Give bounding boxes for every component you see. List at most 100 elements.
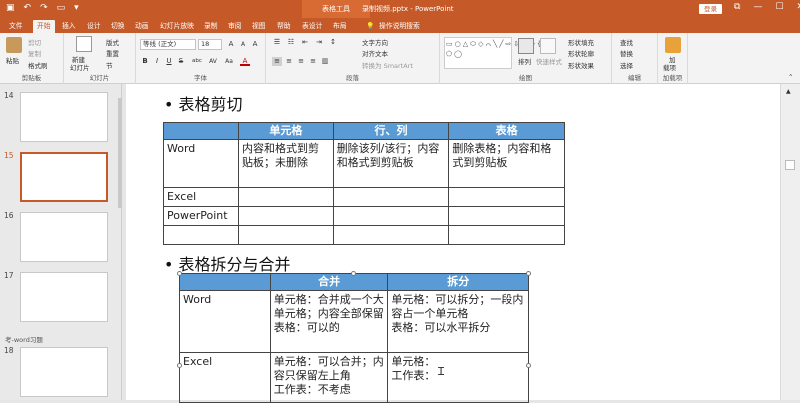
table-cell[interactable]: 单元格：可以拆分；一段内容占一个单元格 表格：可以水平拆分 [387, 290, 529, 353]
select-button[interactable]: 选择 [620, 60, 633, 70]
clear-format-icon[interactable]: A [250, 40, 260, 49]
table-cell[interactable]: Excel [179, 352, 271, 403]
table-cell[interactable]: Excel [163, 187, 239, 207]
tab-help[interactable]: 帮助 [277, 20, 291, 33]
quick-styles-button[interactable]: 快速样式 [536, 56, 562, 66]
tab-review[interactable]: 审阅 [228, 20, 242, 33]
convert-smartart-button[interactable]: 转换为 SmartArt [362, 60, 413, 70]
scroll-up-icon[interactable]: ▲ [786, 88, 791, 95]
addins-icon[interactable] [665, 37, 681, 53]
table-cell[interactable]: Word [163, 139, 239, 188]
table-cell[interactable]: 单元格：合并成一个大单元格；内容全部保留 表格：可以的 [269, 290, 389, 353]
undo-icon[interactable]: ↶ [24, 3, 32, 13]
replace-button[interactable]: 替换 [620, 48, 633, 58]
shrink-font-icon[interactable]: A [238, 40, 248, 49]
columns-icon[interactable]: ▥ [320, 57, 330, 66]
minimize-icon[interactable]: — [753, 2, 762, 12]
slide-scrollbar[interactable]: ▲ [780, 84, 800, 400]
selection-handle[interactable] [351, 271, 356, 276]
table-cell[interactable] [332, 225, 450, 245]
tab-home[interactable]: 开始 [33, 20, 55, 33]
cut-button[interactable]: 剪切 [28, 37, 41, 47]
tab-file[interactable]: 文件 [9, 20, 23, 33]
ribbon-display-options-icon[interactable]: ⧉ [734, 2, 740, 12]
maximize-icon[interactable]: ☐ [775, 2, 783, 12]
table-cell[interactable] [448, 225, 565, 245]
tab-animations[interactable]: 动画 [135, 20, 149, 33]
section-header[interactable]: 考-word习题 [5, 334, 43, 344]
table-cell[interactable]: 内容和格式到剪贴板；未删除 [237, 139, 334, 188]
slide-thumbnail-16[interactable] [20, 212, 108, 262]
table-cell[interactable] [332, 206, 450, 226]
tab-design[interactable]: 设计 [87, 20, 101, 33]
table-cell[interactable] [448, 187, 565, 207]
decrease-indent-icon[interactable]: ⇤ [300, 38, 310, 47]
strikethrough-button[interactable]: S [176, 57, 186, 66]
format-painter-button[interactable]: 格式刷 [28, 60, 48, 70]
table-header-cell[interactable]: 单元格 [237, 122, 334, 140]
slide-thumbnail-17[interactable] [20, 272, 108, 322]
login-button[interactable]: 登录 [699, 4, 722, 14]
quick-styles-icon[interactable] [540, 38, 556, 54]
table-cell[interactable]: 单元格：可以合并；内容只保留左上角 工作表：不考虑 [269, 352, 389, 403]
slide-thumbnail-15[interactable] [20, 152, 108, 202]
shape-fill-button[interactable]: 形状填充 [568, 37, 594, 47]
table-header-cell[interactable] [163, 122, 239, 140]
copy-button[interactable]: 复制 [28, 48, 41, 58]
char-spacing-button[interactable]: AV [206, 57, 220, 66]
tab-record[interactable]: 录制 [204, 20, 218, 33]
align-text-button[interactable]: 对齐文本 [362, 48, 388, 58]
shape-outline-button[interactable]: 形状轮廓 [568, 48, 594, 58]
change-case-button[interactable]: Aa [222, 57, 236, 66]
table-cell[interactable] [237, 187, 334, 207]
table-cell[interactable] [448, 206, 565, 226]
underline-button[interactable]: U [164, 57, 174, 66]
slide-thumbnail-14[interactable] [20, 92, 108, 142]
table-header-cell[interactable]: 拆分 [387, 273, 529, 291]
start-from-beginning-icon[interactable]: ▭ [57, 3, 66, 13]
table-header-cell[interactable]: 行、列 [332, 122, 450, 140]
arrange-button[interactable]: 排列 [518, 56, 531, 66]
table-cell[interactable]: 单元格： 工作表： [387, 352, 529, 403]
italic-button[interactable]: I [152, 57, 162, 66]
bold-button[interactable]: B [140, 57, 150, 66]
tab-slideshow[interactable]: 幻灯片放映 [160, 20, 194, 33]
tab-transitions[interactable]: 切换 [111, 20, 125, 33]
tab-insert[interactable]: 插入 [62, 20, 76, 33]
shape-effects-button[interactable]: 形状效果 [568, 60, 594, 70]
redo-icon[interactable]: ↷ [40, 3, 48, 13]
paste-button[interactable]: 粘贴 [6, 55, 19, 65]
font-color-button[interactable]: A [240, 57, 250, 66]
selection-handle[interactable] [177, 363, 182, 368]
reset-button[interactable]: 重置 [106, 48, 119, 58]
paste-icon[interactable] [6, 37, 22, 53]
table-cell[interactable]: 删除该列/该行；内容和格式到剪贴板 [332, 139, 450, 188]
tell-me-search[interactable]: 操作说明搜索 [379, 20, 420, 33]
line-spacing-icon[interactable]: ↕ [328, 38, 338, 47]
table-cell[interactable]: 删除表格；内容和格式到剪贴板 [448, 139, 565, 188]
tab-layout[interactable]: 布局 [333, 20, 347, 33]
save-icon[interactable]: ▣ [6, 3, 15, 13]
selection-handle[interactable] [177, 271, 182, 276]
new-slide-icon[interactable] [76, 36, 92, 52]
customize-qat-icon[interactable]: ▾ [74, 3, 79, 13]
shadow-button[interactable]: abc [190, 57, 204, 66]
table-cell[interactable] [237, 206, 334, 226]
align-left-icon[interactable]: ≡ [272, 57, 282, 66]
table-cell[interactable]: Word [179, 290, 271, 353]
slide-thumbnail-18[interactable] [20, 347, 108, 397]
collapse-ribbon-icon[interactable]: ⌃ [788, 73, 793, 81]
table-split-merge[interactable]: 合并 拆分 Word 单元格：合并成一个大单元格；内容全部保留 表格：可以的 单… [179, 273, 529, 403]
text-direction-button[interactable]: 文字方向 [362, 37, 388, 47]
shapes-gallery[interactable]: ▭○△⬭◇⌒╲╱⇨⇩☆▱{}⬠◯ [444, 37, 548, 69]
tab-view[interactable]: 视图 [252, 20, 266, 33]
selection-handle[interactable] [526, 271, 531, 276]
align-center-icon[interactable]: ≡ [284, 57, 294, 66]
align-right-icon[interactable]: ≡ [296, 57, 306, 66]
find-button[interactable]: 查找 [620, 37, 633, 47]
table-cell[interactable]: PowerPoint [163, 206, 239, 226]
font-size-box[interactable]: 18 [198, 39, 222, 50]
section-button[interactable]: 节 [106, 60, 113, 70]
tab-table-design[interactable]: 表设计 [302, 20, 322, 33]
close-icon[interactable]: ✕ [797, 2, 800, 12]
